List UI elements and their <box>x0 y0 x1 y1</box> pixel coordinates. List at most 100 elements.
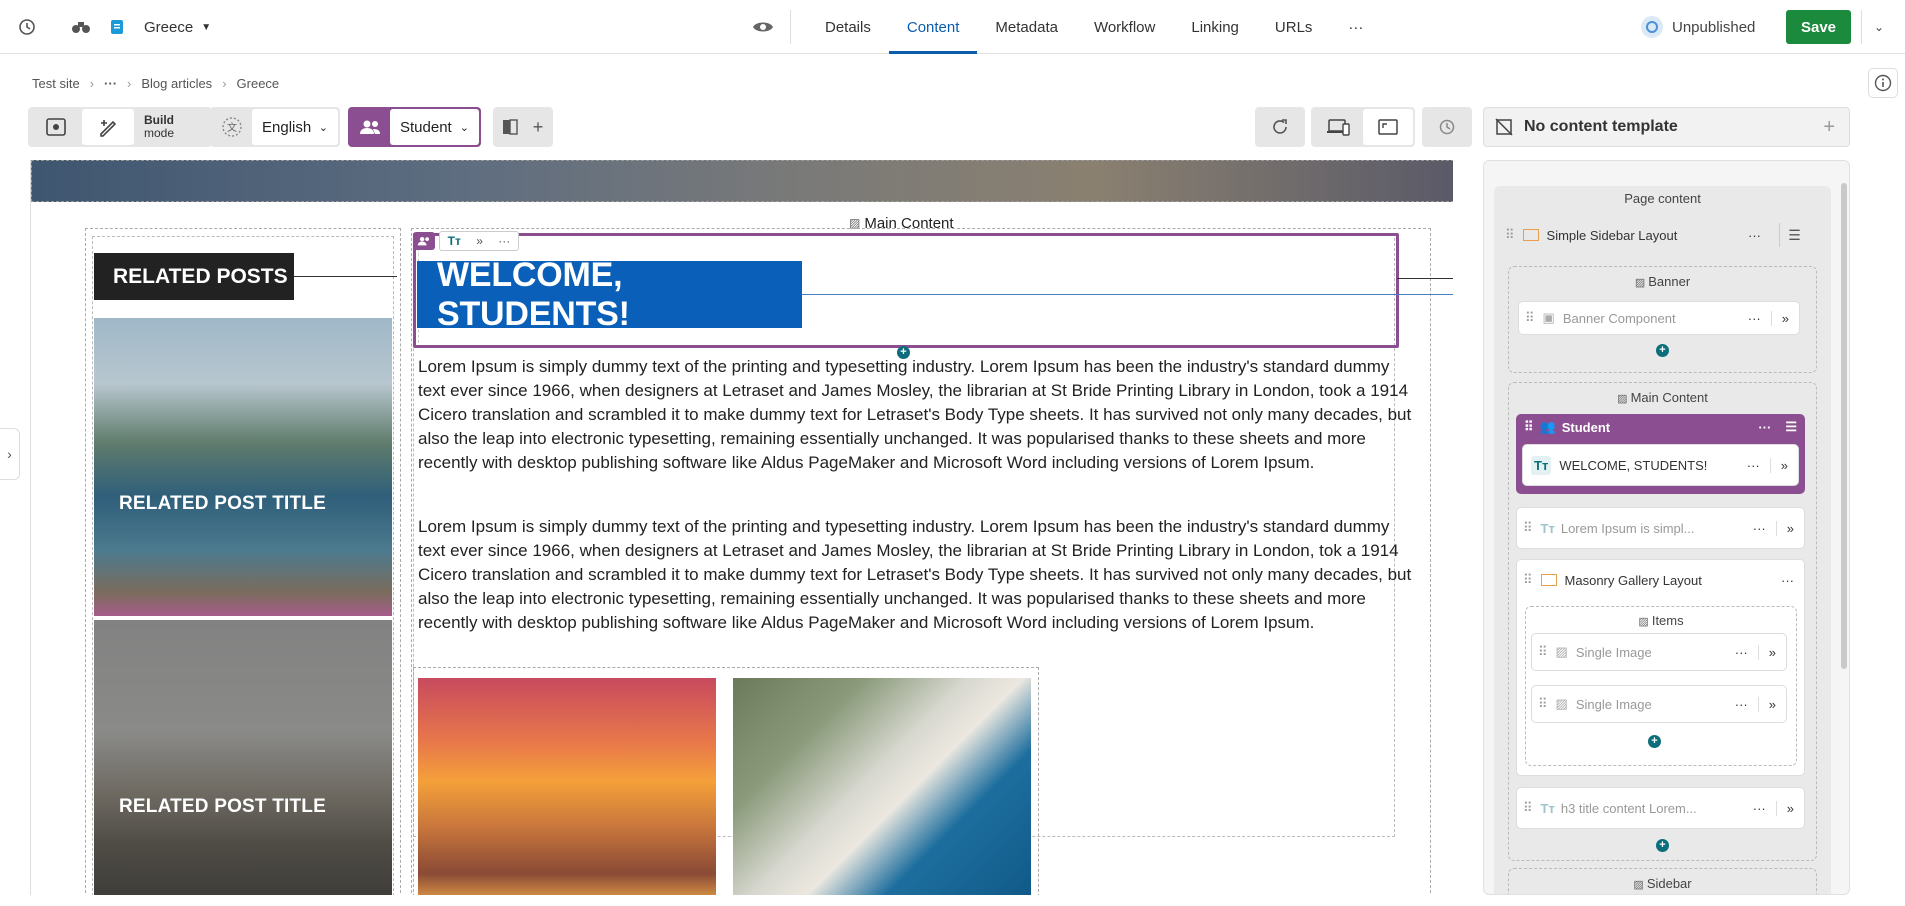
history-icon[interactable] <box>14 14 40 40</box>
more-options-icon[interactable]: ··· <box>1753 801 1766 816</box>
paragraph-2[interactable]: Lorem Ipsum is simply dummy text of the … <box>418 515 1418 635</box>
more-options-icon[interactable]: ··· <box>1758 420 1771 435</box>
variant-compare-icon[interactable] <box>495 109 525 145</box>
page-icon <box>106 14 128 40</box>
page-name-dropdown[interactable]: Greece ▼ <box>144 14 211 40</box>
language-dropdown[interactable]: English ⌄ <box>252 109 338 145</box>
chevron-down-icon: ⌄ <box>459 121 469 134</box>
refresh-icon[interactable] <box>1260 109 1300 145</box>
more-options-icon[interactable]: ··· <box>1747 458 1760 473</box>
more-options-icon[interactable]: ··· <box>1748 228 1761 243</box>
expand-icon[interactable]: » <box>1757 644 1786 660</box>
info-icon[interactable] <box>1868 68 1898 98</box>
more-options-icon[interactable]: ··· <box>498 234 510 248</box>
masonry-gallery-group[interactable]: ⠿ Masonry Gallery Layout ··· ▨ Items ⠿ ▨… <box>1516 559 1805 776</box>
drag-handle-icon[interactable]: ⠿ <box>1538 696 1548 712</box>
paragraph-1[interactable]: Lorem Ipsum is simply dummy text of the … <box>418 355 1418 475</box>
expand-left-panel-icon[interactable]: › <box>0 428 20 480</box>
breadcrumb-item[interactable]: Greece <box>237 76 280 91</box>
tab-linking[interactable]: Linking <box>1173 0 1257 54</box>
language-value: English <box>262 118 312 136</box>
related-post-image-acropolis[interactable]: RELATED POST TITLE <box>94 620 392 895</box>
more-options-icon[interactable]: ··· <box>1781 573 1794 588</box>
lorem-item-row[interactable]: ⠿ Tт Lorem Ipsum is simpl... ··· » <box>1516 507 1805 549</box>
page-name: Greece <box>144 18 194 36</box>
add-template-icon[interactable]: + <box>1823 116 1835 139</box>
divider <box>790 10 791 44</box>
single-image-row[interactable]: ⠿ ▨ Single Image ··· » <box>1531 633 1787 671</box>
save-options-chevron-icon[interactable]: ⌄ <box>1866 14 1892 40</box>
more-tabs-icon[interactable]: ··· <box>1330 0 1381 54</box>
settings-sliders-icon[interactable]: ☰ <box>1785 419 1797 435</box>
breadcrumb-more[interactable]: ··· <box>104 76 117 91</box>
heading-rule <box>294 276 397 277</box>
build-mode-icon[interactable] <box>82 109 134 145</box>
breadcrumb-item[interactable]: Test site <box>32 76 80 91</box>
breadcrumb-item[interactable]: Blog articles <box>141 76 212 91</box>
expand-icon[interactable]: » <box>1775 800 1804 816</box>
tab-urls[interactable]: URLs <box>1257 0 1331 54</box>
expand-icon[interactable]: » <box>1769 457 1798 473</box>
text-component-icon[interactable]: Tт <box>448 234 461 248</box>
add-block-icon[interactable]: + <box>1656 344 1669 357</box>
content-template-label: No content template <box>1524 118 1678 135</box>
banner-image[interactable] <box>31 160 1453 202</box>
add-variant-icon[interactable]: + <box>525 109 551 145</box>
h3-item-row[interactable]: ⠿ Tт h3 title content Lorem... ··· » <box>1516 787 1805 829</box>
device-group <box>1311 107 1415 147</box>
drag-handle-icon[interactable]: ⠿ <box>1523 800 1533 816</box>
more-options-icon[interactable]: ··· <box>1753 521 1766 536</box>
text-component-icon: Tт <box>1531 455 1552 475</box>
drag-handle-icon[interactable]: ⠿ <box>1523 520 1533 536</box>
breadcrumb: Test site › ··· › Blog articles › Greece <box>32 76 280 91</box>
drag-handle-icon[interactable]: ⠿ <box>1538 644 1548 660</box>
fullscreen-icon[interactable] <box>1363 109 1413 145</box>
single-image-row[interactable]: ⠿ ▨ Single Image ··· » <box>1531 685 1787 723</box>
responsive-devices-icon[interactable] <box>1313 109 1363 145</box>
expand-icon[interactable]: » <box>1775 520 1804 536</box>
drag-handle-icon[interactable]: ⠿ <box>1525 310 1535 326</box>
welcome-item-row[interactable]: Tт WELCOME, STUDENTS! ··· » <box>1522 444 1799 486</box>
drag-handle-icon[interactable]: ⠿ <box>1523 572 1533 588</box>
related-post-title[interactable]: RELATED POST TITLE <box>119 493 326 515</box>
add-block-icon[interactable]: + <box>1656 839 1669 852</box>
related-posts-heading[interactable]: RELATED POSTS <box>94 253 294 300</box>
expand-icon[interactable]: » <box>476 234 483 248</box>
save-button[interactable]: Save <box>1786 10 1851 44</box>
gallery-image-sunset[interactable] <box>418 678 716 895</box>
student-variant-group[interactable]: ⠿ 👥 Student ··· ☰ Tт WELCOME, STUDENTS! … <box>1516 414 1805 494</box>
audience-people-icon[interactable] <box>413 232 435 250</box>
welcome-heading[interactable]: WELCOME, STUDENTS! <box>417 256 802 333</box>
preview-mode-icon[interactable] <box>30 109 82 145</box>
tab-metadata[interactable]: Metadata <box>977 0 1076 54</box>
audience-dropdown[interactable]: Student ⌄ <box>390 109 479 145</box>
layout-icon <box>1522 229 1539 241</box>
audience-people-icon[interactable] <box>350 109 390 145</box>
binoculars-icon[interactable] <box>68 14 94 40</box>
more-options-icon[interactable]: ··· <box>1748 311 1761 326</box>
translate-icon[interactable]: 文 <box>212 109 252 145</box>
settings-sliders-icon[interactable]: ☰ <box>1779 223 1809 247</box>
related-post-title[interactable]: RELATED POST TITLE <box>119 796 326 818</box>
more-options-icon[interactable]: ··· <box>1735 697 1748 712</box>
layout-row[interactable]: ⠿ Simple Sidebar Layout ··· <box>1499 218 1769 252</box>
expand-icon[interactable]: » <box>1770 310 1799 326</box>
banner-component-row[interactable]: ⠿ ▣ Banner Component ··· » <box>1518 301 1800 335</box>
expand-icon[interactable]: » <box>1757 696 1786 712</box>
more-options-icon[interactable]: ··· <box>1735 645 1748 660</box>
tab-content[interactable]: Content <box>888 0 978 54</box>
tab-workflow[interactable]: Workflow <box>1076 0 1173 54</box>
related-post-image-coast[interactable]: RELATED POST TITLE <box>94 318 392 616</box>
version-history-icon[interactable] <box>1427 109 1467 145</box>
drag-handle-icon[interactable]: ⠿ <box>1524 419 1534 435</box>
preview-eye-icon[interactable] <box>750 14 776 40</box>
image-icon: ▨ <box>1555 644 1568 659</box>
tab-details[interactable]: Details <box>807 0 889 54</box>
caret-down-icon: ▼ <box>201 21 212 33</box>
gallery-image-santorini[interactable] <box>733 678 1031 895</box>
drag-handle-icon[interactable]: ⠿ <box>1505 227 1515 243</box>
layout-label: Simple Sidebar Layout <box>1546 227 1678 243</box>
heading-rule <box>802 294 1453 295</box>
add-block-icon[interactable]: + <box>1648 735 1661 748</box>
panel-scrollbar[interactable] <box>1841 183 1847 669</box>
